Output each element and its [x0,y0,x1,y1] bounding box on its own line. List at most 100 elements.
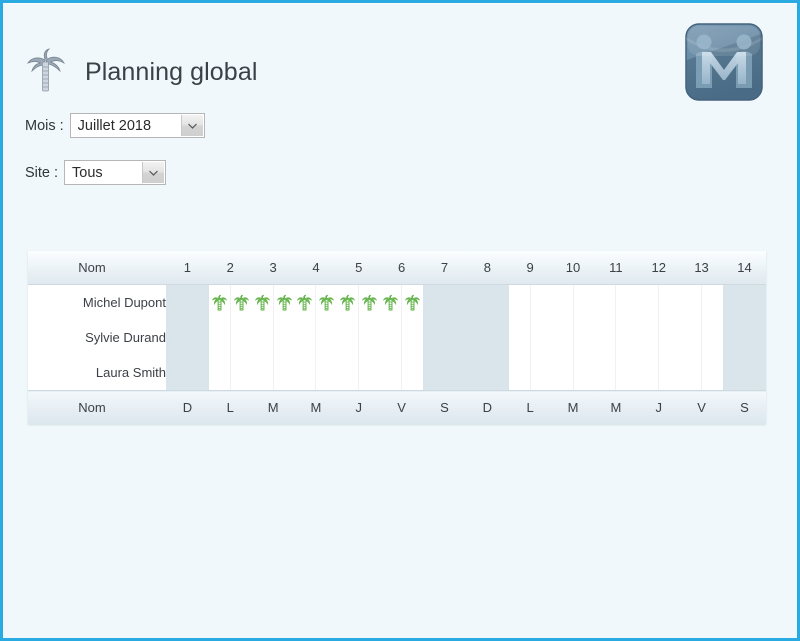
half-day-am[interactable] [423,320,445,355]
day-cell-11[interactable] [594,284,638,320]
day-cell-1[interactable] [166,355,209,391]
day-cell-14[interactable] [722,320,766,355]
day-cell-10[interactable] [551,320,595,355]
half-day-am[interactable] [380,355,403,390]
half-day-pm[interactable] [531,285,552,320]
half-day-am[interactable] [380,320,403,355]
day-cell-5[interactable] [337,355,381,391]
half-day-am[interactable] [552,285,574,320]
half-day-am[interactable] [252,320,274,355]
day-cell-4[interactable] [294,320,338,355]
month-select[interactable]: Juillet 2018 [69,113,205,138]
half-day-pm[interactable] [359,355,380,390]
day-cell-4[interactable] [294,355,338,391]
half-day-am[interactable] [209,355,231,390]
day-cell-11[interactable] [594,355,638,391]
half-day-am[interactable] [295,285,317,320]
day-cell-6[interactable] [380,355,424,391]
half-day-pm[interactable] [402,355,423,390]
half-day-pm[interactable] [745,285,766,320]
day-cell-7[interactable] [423,320,466,355]
half-day-am[interactable] [166,355,188,390]
half-day-pm[interactable] [402,320,423,355]
half-day-am[interactable] [723,320,745,355]
half-day-am[interactable] [552,355,574,390]
half-day-pm[interactable] [402,285,423,320]
day-cell-7[interactable] [423,355,466,391]
half-day-pm[interactable] [659,355,680,390]
day-cell-5[interactable] [337,320,381,355]
half-day-pm[interactable] [659,320,680,355]
half-day-am[interactable] [209,285,231,320]
half-day-am[interactable] [637,285,660,320]
half-day-pm[interactable] [745,320,766,355]
day-cell-7[interactable] [423,284,466,320]
half-day-am[interactable] [423,355,445,390]
day-cell-4[interactable] [294,284,338,320]
day-cell-8[interactable] [465,284,509,320]
half-day-pm[interactable] [445,355,466,390]
half-day-am[interactable] [337,355,360,390]
half-day-am[interactable] [509,320,531,355]
half-day-pm[interactable] [231,320,252,355]
half-day-pm[interactable] [359,285,380,320]
half-day-pm[interactable] [659,285,680,320]
half-day-am[interactable] [637,320,660,355]
half-day-am[interactable] [680,355,703,390]
half-day-pm[interactable] [574,355,595,390]
half-day-pm[interactable] [188,355,209,390]
half-day-pm[interactable] [188,285,209,320]
half-day-am[interactable] [295,355,317,390]
day-cell-1[interactable] [166,320,209,355]
half-day-am[interactable] [509,355,531,390]
half-day-am[interactable] [295,320,317,355]
half-day-pm[interactable] [574,285,595,320]
half-day-pm[interactable] [188,320,209,355]
day-cell-2[interactable] [208,320,252,355]
half-day-pm[interactable] [316,320,337,355]
half-day-pm[interactable] [531,320,552,355]
half-day-pm[interactable] [702,285,723,320]
chevron-down-icon[interactable] [180,115,203,136]
half-day-am[interactable] [637,355,660,390]
half-day-am[interactable] [209,320,231,355]
half-day-pm[interactable] [231,355,252,390]
day-cell-2[interactable] [208,284,252,320]
half-day-am[interactable] [594,320,617,355]
half-day-pm[interactable] [616,285,637,320]
half-day-pm[interactable] [445,320,466,355]
half-day-pm[interactable] [574,320,595,355]
half-day-am[interactable] [552,320,574,355]
half-day-pm[interactable] [531,355,552,390]
half-day-am[interactable] [466,320,488,355]
half-day-pm[interactable] [274,355,295,390]
half-day-am[interactable] [680,285,703,320]
half-day-am[interactable] [680,320,703,355]
half-day-pm[interactable] [745,355,766,390]
half-day-am[interactable] [337,320,360,355]
day-cell-2[interactable] [208,355,252,391]
half-day-pm[interactable] [231,285,252,320]
day-cell-1[interactable] [166,284,209,320]
half-day-pm[interactable] [274,320,295,355]
half-day-am[interactable] [166,285,188,320]
day-cell-3[interactable] [251,320,295,355]
day-cell-5[interactable] [337,284,381,320]
half-day-pm[interactable] [316,355,337,390]
day-cell-13[interactable] [680,284,723,320]
half-day-am[interactable] [723,285,745,320]
half-day-pm[interactable] [274,285,295,320]
half-day-pm[interactable] [445,285,466,320]
half-day-am[interactable] [166,320,188,355]
half-day-pm[interactable] [702,355,723,390]
day-cell-6[interactable] [380,284,424,320]
day-cell-12[interactable] [637,355,681,391]
half-day-am[interactable] [423,285,445,320]
half-day-am[interactable] [252,285,274,320]
day-cell-6[interactable] [380,320,424,355]
half-day-am[interactable] [723,355,745,390]
half-day-pm[interactable] [488,285,509,320]
half-day-am[interactable] [466,285,488,320]
day-cell-13[interactable] [680,320,723,355]
half-day-am[interactable] [466,355,488,390]
